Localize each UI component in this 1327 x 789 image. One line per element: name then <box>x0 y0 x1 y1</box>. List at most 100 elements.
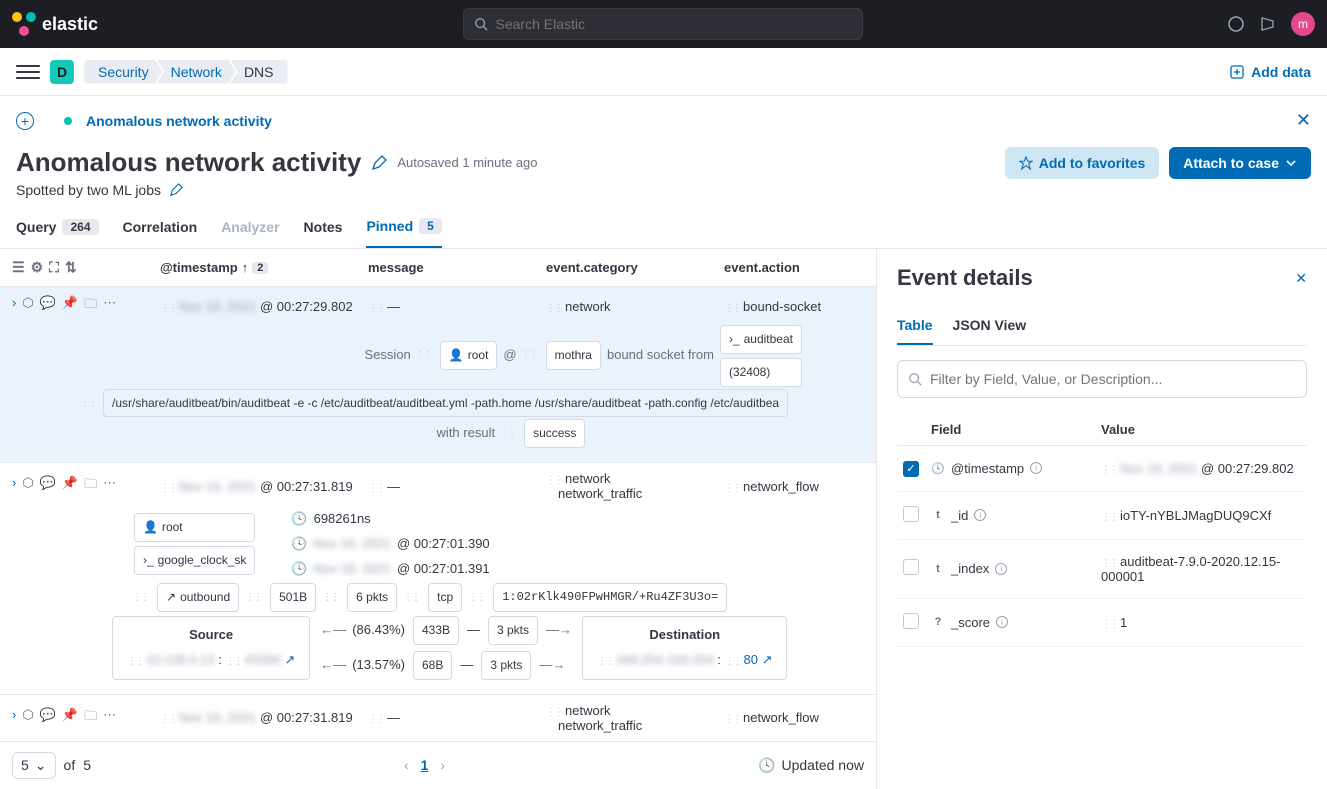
help-icon[interactable] <box>1227 15 1245 33</box>
sort-up-icon: ↑ <box>242 260 249 275</box>
close-icon[interactable]: ✕ <box>1296 110 1311 131</box>
add-data-button[interactable]: Add data <box>1229 64 1311 80</box>
info-icon[interactable]: i <box>974 509 986 521</box>
notes-icon[interactable]: 💬 <box>40 707 56 729</box>
info-icon[interactable]: i <box>1030 462 1042 474</box>
analyze-icon[interactable]: ⬡ <box>22 707 33 729</box>
details-tab-json[interactable]: JSON View <box>953 307 1027 345</box>
more-icon[interactable]: ⋯ <box>103 475 116 497</box>
sort-icon[interactable]: ⇅ <box>65 259 77 276</box>
expand-icon[interactable]: › <box>12 295 16 317</box>
breadcrumb-network[interactable]: Network <box>157 60 236 84</box>
star-icon <box>1019 156 1033 170</box>
info-icon[interactable]: i <box>995 563 1007 575</box>
pin-icon[interactable]: 📌 <box>62 707 78 729</box>
more-icon[interactable]: ⋯ <box>103 707 116 729</box>
analyze-icon[interactable]: ⬡ <box>22 475 33 497</box>
col-category[interactable]: event.category <box>546 260 716 275</box>
source-box: Source ⋮⋮10.128.0.13 : ⋮⋮45006 ↗ <box>112 616 310 679</box>
global-search[interactable] <box>463 8 863 40</box>
field-checkbox[interactable] <box>903 559 919 575</box>
breadcrumbs: Security Network DNS <box>84 60 282 84</box>
table-row[interactable]: › ⬡ 💬 📌 🗀 ⋯ ⋮⋮Nov 19, 2021 @ 00:27:31.81… <box>0 463 876 694</box>
folder-icon[interactable]: 🗀 <box>84 707 97 729</box>
details-row: t_index i ⋮⋮auditbeat-7.9.0-2020.12.15-0… <box>897 540 1307 599</box>
user-avatar[interactable]: m <box>1291 12 1315 36</box>
elastic-logo-icon <box>12 12 36 36</box>
text-type-icon: t <box>931 509 945 521</box>
breadcrumb-bar: D Security Network DNS Add data <box>0 48 1327 96</box>
add-to-favorites-button[interactable]: Add to favorites <box>1005 147 1160 179</box>
newsfeed-icon[interactable] <box>1259 15 1277 33</box>
breadcrumb-security[interactable]: Security <box>84 60 163 84</box>
fullscreen-icon[interactable]: ⛶ <box>49 259 59 276</box>
expand-icon[interactable]: › <box>12 475 16 497</box>
details-tab-table[interactable]: Table <box>897 307 933 345</box>
col-action[interactable]: event.action <box>724 260 864 275</box>
col-message[interactable]: message <box>368 260 538 275</box>
chevron-down-icon <box>1285 157 1297 169</box>
page-size-select[interactable]: 5 ⌄ <box>12 752 56 779</box>
pin-icon[interactable]: 📌 <box>62 475 78 497</box>
field-checkbox[interactable] <box>903 613 919 629</box>
search-input[interactable] <box>496 16 852 32</box>
tab-analyzer: Analyzer <box>221 206 279 248</box>
timeline-name-link[interactable]: Anomalous network activity <box>86 113 272 129</box>
field-checkbox[interactable] <box>903 506 919 522</box>
text-type-icon: t <box>931 563 945 575</box>
result-chip[interactable]: success <box>524 419 585 448</box>
unknown-type-icon: ? <box>931 616 945 628</box>
table-row[interactable]: › ⬡ 💬 📌 🗀 ⋯ ⋮⋮Nov 19, 2021 @ 00:27:31.81… <box>0 695 876 741</box>
notes-icon[interactable]: 💬 <box>40 295 56 317</box>
gear-icon[interactable]: ⚙ <box>31 259 44 276</box>
details-filter-input[interactable] <box>930 371 1296 387</box>
external-link-icon[interactable]: ↗ <box>284 652 295 667</box>
tab-query[interactable]: Query264 <box>16 206 99 248</box>
next-page-icon[interactable]: › <box>440 757 445 773</box>
edit-subtitle-icon[interactable] <box>169 183 183 197</box>
user-chip[interactable]: 👤 root <box>134 513 255 542</box>
external-link-icon[interactable]: ↗ <box>762 652 773 667</box>
breadcrumb-dns: DNS <box>230 60 288 84</box>
process-chip[interactable]: ›_ auditbeat <box>720 325 802 354</box>
nav-toggle-icon[interactable] <box>16 65 40 79</box>
host-chip[interactable]: mothra <box>546 341 601 370</box>
edit-title-icon[interactable] <box>371 155 387 171</box>
space-badge[interactable]: D <box>50 60 74 84</box>
info-icon[interactable]: i <box>996 616 1008 628</box>
tab-notes[interactable]: Notes <box>304 206 343 248</box>
pin-icon[interactable]: 📌 <box>62 295 78 317</box>
analyze-icon[interactable]: ⬡ <box>22 295 33 317</box>
top-nav: elastic m <box>0 0 1327 48</box>
close-details-icon[interactable]: ✕ <box>1295 270 1307 287</box>
details-filter[interactable] <box>897 360 1307 398</box>
timeline-tabs: Query264 Correlation Analyzer Notes Pinn… <box>0 206 1327 249</box>
new-timeline-icon[interactable]: + <box>16 112 34 130</box>
process-chip[interactable]: ›_ google_clock_sk <box>134 546 255 575</box>
command-chip[interactable]: /usr/share/auditbeat/bin/auditbeat -e -c… <box>103 389 788 418</box>
user-chip[interactable]: 👤 root <box>440 341 498 370</box>
col-timestamp[interactable]: @timestamp ↑ 2 <box>160 260 360 275</box>
add-data-icon <box>1229 64 1245 80</box>
status-dot-icon <box>64 117 72 125</box>
table-header: ☰ ⚙ ⛶ ⇅ @timestamp ↑ 2 message event.cat… <box>0 249 876 287</box>
tab-correlation[interactable]: Correlation <box>123 206 198 248</box>
pid-chip[interactable]: (32408) <box>720 358 802 387</box>
expand-icon[interactable]: › <box>12 707 16 729</box>
current-page[interactable]: 1 <box>421 757 429 773</box>
notes-icon[interactable]: 💬 <box>40 475 56 497</box>
brand-logo[interactable]: elastic <box>12 12 98 36</box>
more-icon[interactable]: ⋯ <box>103 295 116 317</box>
brand-name: elastic <box>42 14 98 35</box>
autosave-status: Autosaved 1 minute ago <box>397 155 537 170</box>
folder-icon[interactable]: 🗀 <box>84 475 97 497</box>
tab-pinned[interactable]: Pinned5 <box>366 206 441 248</box>
table-row[interactable]: › ⬡ 💬 📌 🗀 ⋯ ⋮⋮Nov 19, 2021 @ 00:27:29.80… <box>0 287 876 463</box>
field-checkbox[interactable]: ✓ <box>903 461 919 477</box>
folder-icon[interactable]: 🗀 <box>84 295 97 317</box>
prev-page-icon[interactable]: ‹ <box>404 757 409 773</box>
page-title: Anomalous network activity <box>16 147 361 178</box>
clock-icon: 🕓 <box>931 462 945 475</box>
attach-to-case-button[interactable]: Attach to case <box>1169 147 1311 179</box>
list-icon[interactable]: ☰ <box>12 259 25 276</box>
